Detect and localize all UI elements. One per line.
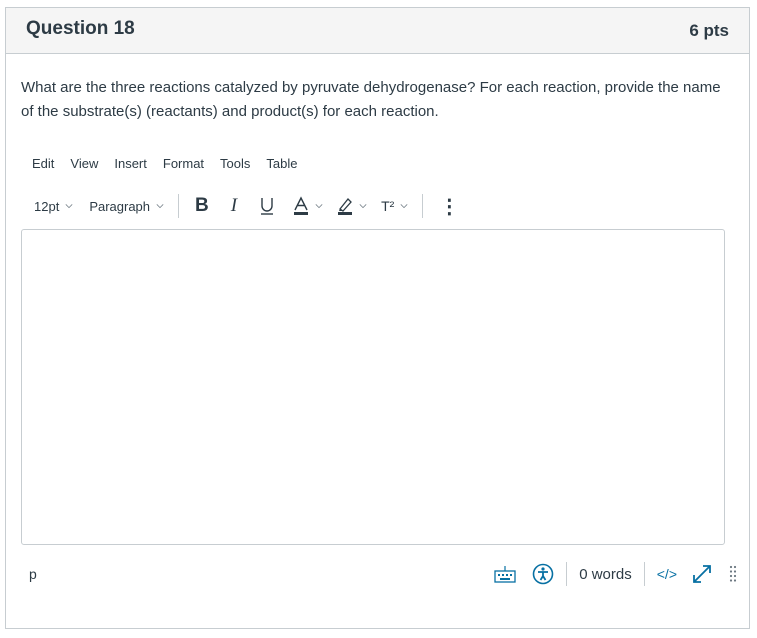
superscript-icon: T² bbox=[381, 198, 395, 214]
question-header: Question 18 6 pts bbox=[6, 8, 749, 54]
menu-format[interactable]: Format bbox=[163, 156, 204, 171]
fullscreen-button[interactable] bbox=[691, 563, 713, 585]
accessibility-checker-button[interactable] bbox=[532, 563, 554, 585]
menu-edit[interactable]: Edit bbox=[32, 156, 54, 171]
rich-text-editor-area[interactable] bbox=[21, 229, 725, 545]
block-format-value: Paragraph bbox=[89, 198, 151, 214]
resize-handle[interactable] bbox=[729, 565, 737, 583]
element-path[interactable]: p bbox=[29, 566, 37, 582]
word-count-value: 0 words bbox=[579, 565, 632, 583]
code-icon: </> bbox=[656, 566, 677, 582]
chevron-down-icon bbox=[156, 204, 164, 209]
block-format-dropdown[interactable]: Paragraph bbox=[89, 199, 164, 214]
underline-icon bbox=[261, 198, 274, 215]
word-count[interactable]: 0 words bbox=[579, 566, 632, 583]
question-text: What are the three reactions catalyzed b… bbox=[21, 79, 721, 120]
bold-icon: B bbox=[195, 195, 209, 216]
expand-icon bbox=[693, 565, 711, 583]
font-size-dropdown[interactable]: 12pt bbox=[34, 199, 73, 214]
editor-toolbar: 12pt Paragraph B I T² ⋮ bbox=[34, 193, 459, 219]
editor-statusbar: 0 words </> bbox=[494, 561, 737, 587]
chevron-down-icon bbox=[400, 204, 408, 209]
toolbar-divider bbox=[178, 194, 180, 218]
drag-handle-icon bbox=[729, 565, 737, 582]
statusbar-divider bbox=[643, 562, 645, 586]
highlighter-icon bbox=[338, 198, 353, 215]
question-title: Question 18 bbox=[26, 18, 135, 39]
underline-button[interactable] bbox=[259, 196, 275, 216]
text-color-icon bbox=[294, 196, 309, 215]
editor-menubar: Edit View Insert Format Tools Table bbox=[32, 156, 313, 171]
menu-insert[interactable]: Insert bbox=[114, 156, 147, 171]
keyboard-shortcuts-button[interactable] bbox=[494, 565, 516, 583]
chevron-down-icon bbox=[315, 204, 323, 209]
html-editor-toggle[interactable]: </> bbox=[657, 566, 677, 582]
statusbar-divider bbox=[566, 562, 568, 586]
font-size-value: 12pt bbox=[34, 198, 60, 214]
text-color-button[interactable] bbox=[293, 196, 323, 216]
more-vertical-icon: ⋮ bbox=[439, 195, 460, 218]
menu-table[interactable]: Table bbox=[266, 156, 297, 171]
bold-button[interactable]: B bbox=[195, 195, 209, 217]
menu-tools[interactable]: Tools bbox=[220, 156, 250, 171]
italic-button[interactable]: I bbox=[231, 195, 237, 217]
keyboard-icon bbox=[494, 566, 516, 583]
question-points: 6 pts bbox=[689, 21, 729, 40]
chevron-down-icon bbox=[65, 204, 73, 209]
toolbar-divider bbox=[422, 194, 424, 218]
superscript-button[interactable]: T² bbox=[381, 198, 408, 214]
accessibility-icon bbox=[532, 563, 554, 585]
menu-view[interactable]: View bbox=[70, 156, 98, 171]
highlight-color-button[interactable] bbox=[337, 196, 367, 216]
chevron-down-icon bbox=[359, 204, 367, 209]
italic-icon: I bbox=[230, 195, 238, 216]
more-options-button[interactable]: ⋮ bbox=[439, 194, 459, 219]
